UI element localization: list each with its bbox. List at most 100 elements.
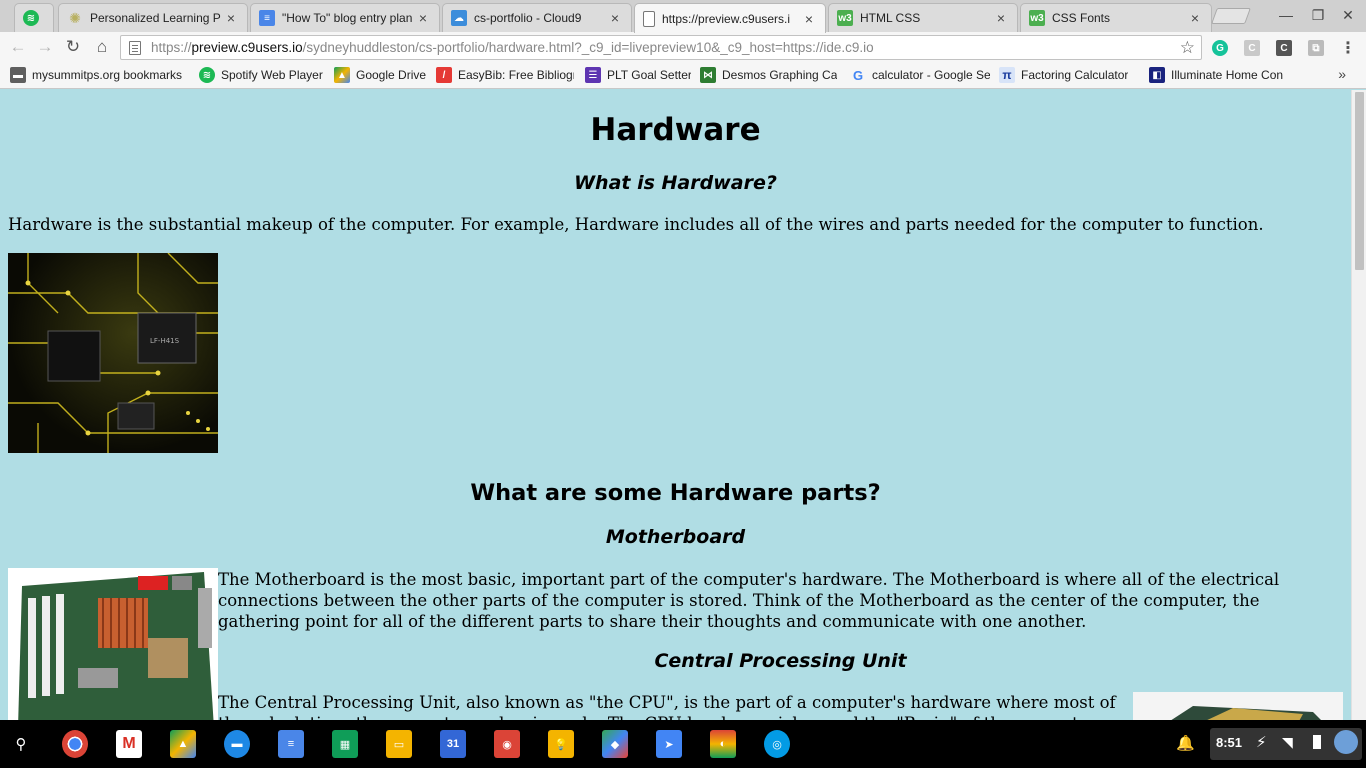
url-scheme: https:// xyxy=(151,40,192,55)
svg-text:LF-H41S: LF-H41S xyxy=(150,337,180,345)
easybib-icon: / xyxy=(436,67,452,83)
new-tab-button[interactable] xyxy=(1211,8,1251,24)
bookmark-illuminate[interactable]: ◧ Illuminate Home Con xyxy=(1149,66,1289,84)
bookmark-factoring[interactable]: π Factoring Calculator xyxy=(999,66,1139,84)
extension-stack-icon[interactable]: ⧉ xyxy=(1308,40,1324,56)
bookmark-label: EasyBib: Free Bibliogr xyxy=(458,68,574,82)
webstore-icon[interactable]: ◐ xyxy=(710,730,736,758)
bookmark-calculator[interactable]: Gcalculator - Google Se xyxy=(850,66,990,84)
camera-icon[interactable]: ◎ xyxy=(764,730,790,758)
docs-icon[interactable]: ≡ xyxy=(278,730,304,758)
drive-icon[interactable]: ▲ xyxy=(170,730,196,758)
sun-icon: ✺ xyxy=(69,9,81,26)
bookmark-label: PLT Goal Setter xyxy=(607,68,691,82)
motherboard-image xyxy=(8,568,218,720)
hardware-parts-heading: What are some Hardware parts? xyxy=(470,480,881,506)
bookmarks-bar: ▬ mysummitps.org bookmarks ≋ Spotify Web P… xyxy=(0,62,1366,89)
close-window-icon[interactable]: ✕ xyxy=(1338,6,1358,24)
tab-title: Personalized Learning P xyxy=(90,11,221,25)
maps-icon[interactable]: ◆ xyxy=(602,730,628,758)
extension-c-dark-icon[interactable]: C xyxy=(1276,40,1292,56)
menu-icon[interactable]: ⋮ xyxy=(1340,40,1356,57)
avatar[interactable] xyxy=(1334,730,1358,754)
chrome-icon[interactable] xyxy=(62,730,88,758)
close-icon[interactable]: × xyxy=(801,11,817,27)
page-info-icon[interactable] xyxy=(129,40,141,55)
illuminate-icon: ◧ xyxy=(1149,67,1165,83)
cpu-text: The Central Processing Unit, also known … xyxy=(218,693,1116,720)
send-icon[interactable]: ➤ xyxy=(656,730,682,758)
browser-toolbar: ← → ↻ ⌂ https://preview.c9users.io/sydne… xyxy=(0,32,1366,62)
back-icon[interactable]: ← xyxy=(8,37,28,57)
close-icon[interactable]: × xyxy=(415,10,431,26)
folder-icon: ▬ xyxy=(10,67,26,83)
bookmark-plt[interactable]: ☰ PLT Goal Setter xyxy=(585,66,691,84)
slides-icon[interactable]: ▭ xyxy=(386,730,412,758)
tab-html-css[interactable]: w3 HTML CSS × xyxy=(828,3,1018,32)
docs-icon: ≡ xyxy=(259,10,275,26)
url-host: preview.c9users.io xyxy=(191,40,303,55)
scrollbar-thumb[interactable] xyxy=(1355,92,1364,270)
google-icon: G xyxy=(852,67,864,83)
bluetooth-off-icon: ⚡ xyxy=(1256,734,1267,751)
close-icon[interactable]: × xyxy=(223,10,239,26)
home-icon[interactable]: ⌂ xyxy=(92,37,112,57)
minimize-icon[interactable]: — xyxy=(1276,6,1296,24)
url-text: https://preview.c9users.io/sydneyhuddles… xyxy=(151,40,874,55)
launcher-search-icon[interactable]: ⚲ xyxy=(8,730,34,758)
bookmark-spotify[interactable]: ≋ Spotify Web Player xyxy=(199,66,327,84)
keep-icon[interactable]: ◉ xyxy=(494,730,520,758)
sheets-icon[interactable]: ▦ xyxy=(332,730,358,758)
extension-c-icon[interactable]: C xyxy=(1244,40,1260,56)
bookmark-summit[interactable]: ▬ mysummitps.org bookmarks xyxy=(10,66,192,84)
reload-icon[interactable]: ↻ xyxy=(63,37,83,57)
bookmark-drive[interactable]: ▲ Google Drive xyxy=(334,66,428,84)
restore-icon[interactable]: ❐ xyxy=(1308,6,1328,24)
page-viewport: Hardware What is Hardware? Hardware is t… xyxy=(0,90,1351,720)
tab-spotify[interactable]: ≋ xyxy=(14,3,54,32)
calendar-day: 31 xyxy=(446,738,460,750)
cloud9-icon: ☁ xyxy=(451,10,467,26)
what-is-hardware-text: Hardware is the substantial makeup of th… xyxy=(8,215,1264,234)
notification-bell-icon[interactable]: 🔔 xyxy=(1176,734,1195,752)
bookmark-easybib[interactable]: / EasyBib: Free Bibliogr xyxy=(436,66,574,84)
tab-blog-plan[interactable]: ≡ "How To" blog entry plan × xyxy=(250,3,440,32)
bookmark-desmos[interactable]: ⋈ Desmos Graphing Ca xyxy=(700,66,838,84)
close-icon[interactable]: × xyxy=(1187,10,1203,26)
bookmarks-overflow-chevron[interactable]: » xyxy=(1338,66,1346,82)
circuit-board-image: LF-H41S xyxy=(8,253,218,453)
files-icon[interactable]: ▬ xyxy=(224,730,250,758)
bookmark-label: calculator - Google Se xyxy=(872,68,990,82)
bookmark-label: Illuminate Home Con xyxy=(1171,68,1284,82)
url-path: /sydneyhuddleston/cs-portfolio/hardware.… xyxy=(302,40,874,55)
address-bar[interactable]: https://preview.c9users.io/sydneyhuddles… xyxy=(120,35,1202,60)
close-icon[interactable]: × xyxy=(607,10,623,26)
tab-strip: ≋ ✺ Personalized Learning P × ≡ "How To"… xyxy=(0,0,1366,33)
tab-cloud9[interactable]: ☁ cs-portfolio - Cloud9 × xyxy=(442,3,632,32)
forward-icon[interactable]: → xyxy=(35,37,55,57)
bookmark-star-icon[interactable]: ☆ xyxy=(1180,38,1195,58)
bookmark-label: mysummitps.org bookmarks xyxy=(32,68,183,82)
close-icon[interactable]: × xyxy=(993,10,1009,26)
spotify-icon: ≋ xyxy=(199,67,215,83)
pi-icon: π xyxy=(999,67,1015,83)
keep-bulb-icon[interactable]: 💡 xyxy=(548,730,574,758)
tab-title: cs-portfolio - Cloud9 xyxy=(474,11,582,25)
gmail-icon[interactable]: M xyxy=(116,730,142,758)
tab-preview[interactable]: https://preview.c9users.i × xyxy=(634,3,826,33)
tab-title: https://preview.c9users.i xyxy=(662,11,791,26)
battery-icon xyxy=(1313,735,1321,749)
grammarly-icon[interactable]: G xyxy=(1212,40,1228,56)
w3-icon: w3 xyxy=(837,10,853,26)
calendar-icon[interactable]: 31 xyxy=(440,730,466,758)
clock: 8:51 xyxy=(1216,735,1243,750)
spotify-icon: ≋ xyxy=(23,10,39,26)
tab-title: HTML CSS xyxy=(860,11,921,25)
bookmark-label: Desmos Graphing Ca xyxy=(722,68,838,82)
bookmark-label: Factoring Calculator xyxy=(1021,68,1129,82)
tab-css-fonts[interactable]: w3 CSS Fonts × xyxy=(1020,3,1212,32)
wifi-icon: ◥ xyxy=(1282,734,1293,750)
what-is-hardware-heading: What is Hardware? xyxy=(574,172,777,194)
page-scrollbar[interactable] xyxy=(1351,90,1366,720)
tab-personalized-learning[interactable]: ✺ Personalized Learning P × xyxy=(58,3,248,32)
